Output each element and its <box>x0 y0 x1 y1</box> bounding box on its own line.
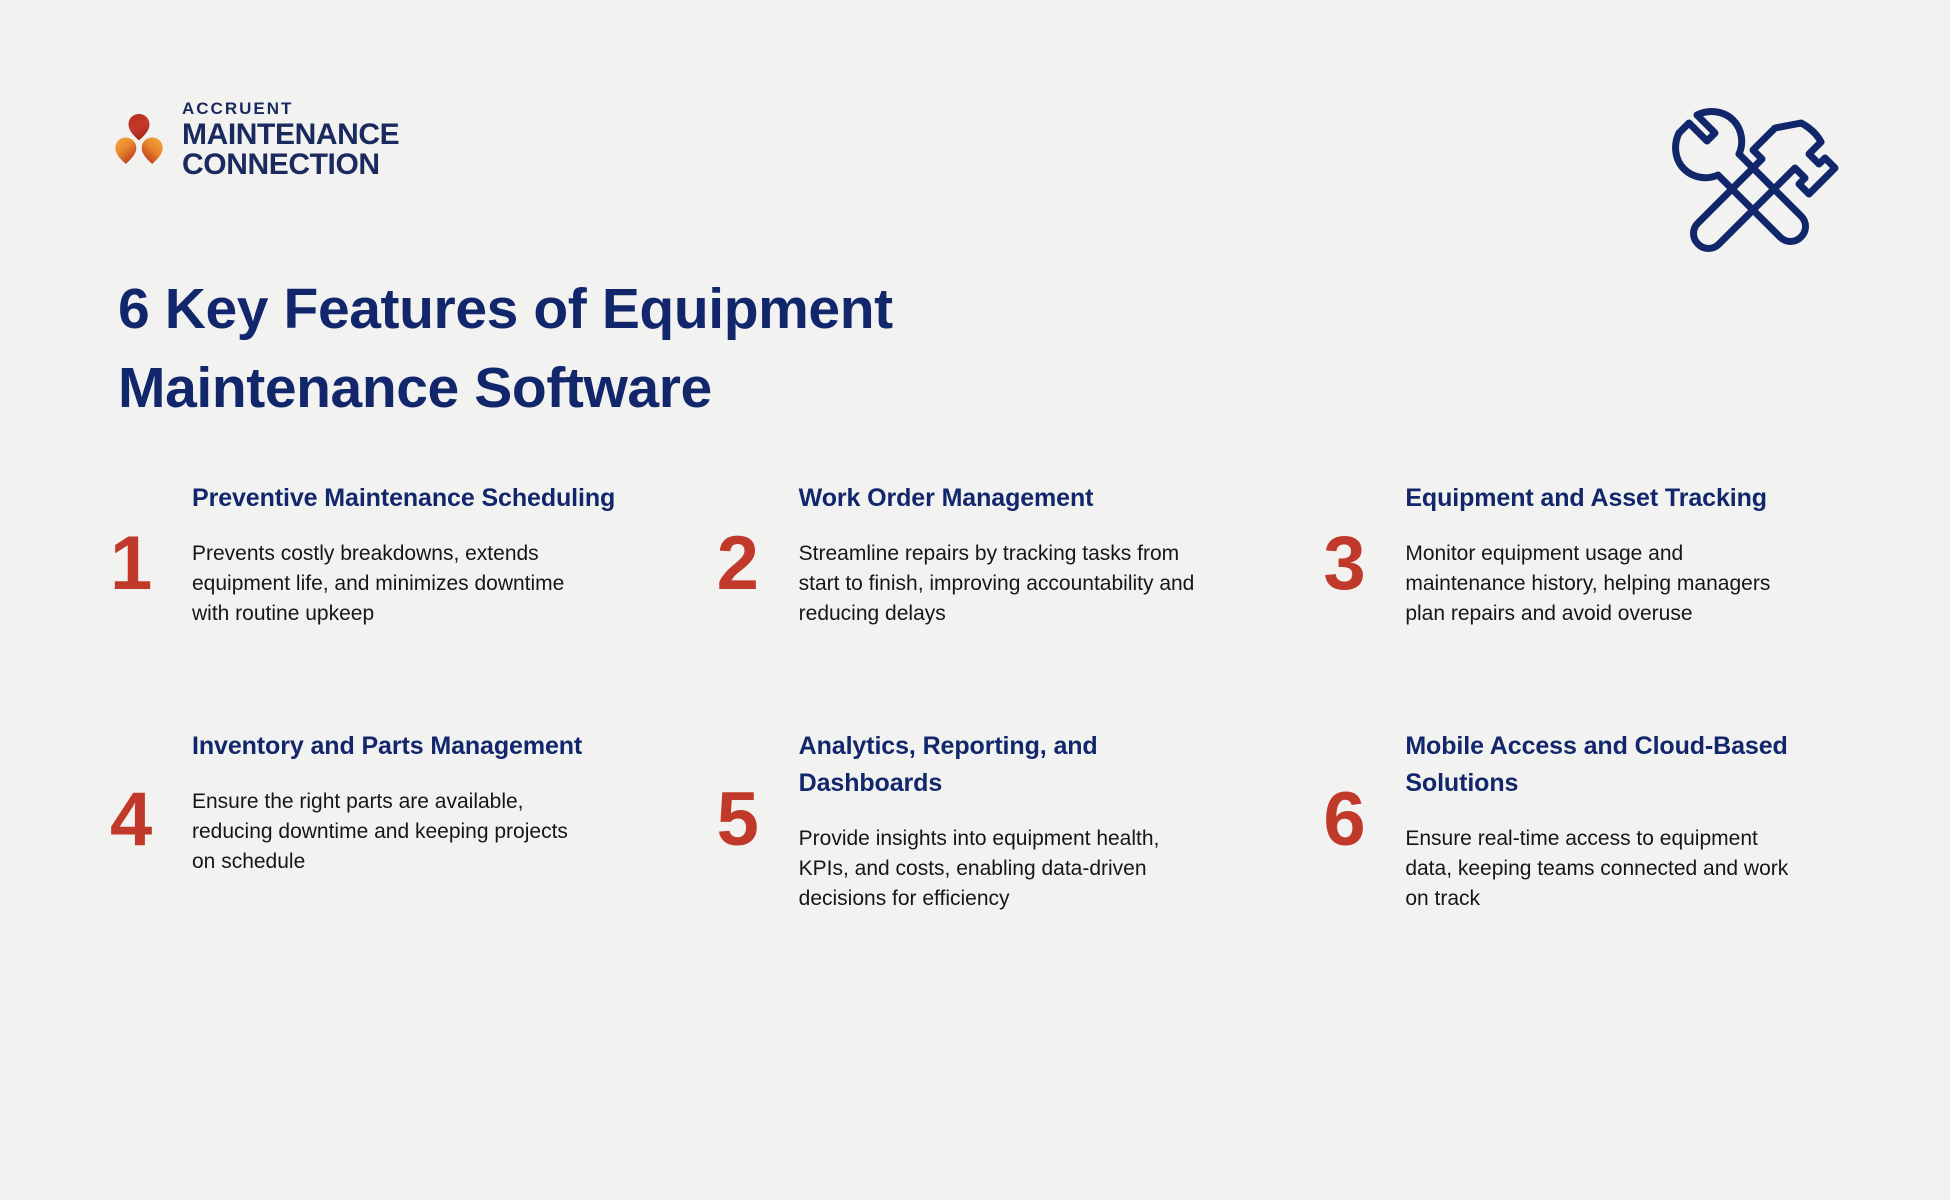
feature-description: Ensure the right parts are available, re… <box>192 790 568 874</box>
feature-number: 5 <box>716 777 759 863</box>
brand-name-line-1: MAINTENANCE <box>182 118 400 151</box>
feature-description: Provide insights into equipment health, … <box>798 827 1160 911</box>
brand-name: MAINTENANCE CONNECTION <box>182 118 400 181</box>
feature-title: Equipment and Asset Tracking <box>1405 484 1767 512</box>
feature-content: Analytics, Reporting, and Dashboards Pro… <box>799 728 1244 913</box>
feature-item: 4 Inventory and Parts Management Ensure … <box>110 728 637 913</box>
feature-content: Work Order Management Streamline repairs… <box>799 480 1244 628</box>
brand-logo[interactable]: ACCRUENT MAINTENANCE CONNECTION <box>110 99 400 181</box>
wrench-hammer-icon <box>1655 88 1845 278</box>
feature-item: 6 Mobile Access and Cloud-Based Solution… <box>1323 728 1850 913</box>
feature-item: 2 Work Order Management Streamline repai… <box>717 480 1244 628</box>
page-title: 6 Key Features of Equipment Maintenance … <box>118 277 893 420</box>
feature-content: Inventory and Parts Management Ensure th… <box>192 728 637 876</box>
feature-title: Mobile Access and Cloud-Based Solutions <box>1405 732 1788 798</box>
feature-content: Preventive Maintenance Scheduling Preven… <box>192 480 637 628</box>
feature-description: Monitor equipment usage and maintenance … <box>1405 542 1771 625</box>
brand-eyebrow: ACCRUENT <box>182 99 294 118</box>
feature-title: Preventive Maintenance Scheduling <box>192 484 616 512</box>
feature-title: Inventory and Parts Management <box>192 732 583 761</box>
brand-wordmark: ACCRUENT MAINTENANCE CONNECTION <box>182 99 400 181</box>
header: ACCRUENT MAINTENANCE CONNECTION 6 Key Fe… <box>0 0 1950 420</box>
feature-title: Analytics, Reporting, and Dashboards <box>798 732 1098 798</box>
brand-name-line-2: CONNECTION <box>182 148 380 181</box>
feature-content: Mobile Access and Cloud-Based Solutions … <box>1405 728 1850 913</box>
feature-number: 4 <box>110 777 153 863</box>
feature-number: 2 <box>716 521 759 606</box>
feature-item: 5 Analytics, Reporting, and Dashboards P… <box>717 728 1244 913</box>
feature-number: 3 <box>1323 521 1366 606</box>
feature-item: 3 Equipment and Asset Tracking Monitor e… <box>1323 480 1850 628</box>
feature-number: 1 <box>110 521 153 606</box>
feature-description: Ensure real-time access to equipment dat… <box>1405 827 1789 911</box>
feature-content: Equipment and Asset Tracking Monitor equ… <box>1405 480 1850 628</box>
accruent-logo-icon <box>110 112 168 168</box>
feature-number: 6 <box>1323 777 1366 863</box>
feature-item: 1 Preventive Maintenance Scheduling Prev… <box>110 480 637 628</box>
feature-description: Prevents costly breakdowns, extends equi… <box>192 542 565 625</box>
feature-title: Work Order Management <box>798 484 1094 512</box>
feature-description: Streamline repairs by tracking tasks fro… <box>798 542 1195 625</box>
features-grid: 1 Preventive Maintenance Scheduling Prev… <box>110 480 1850 914</box>
